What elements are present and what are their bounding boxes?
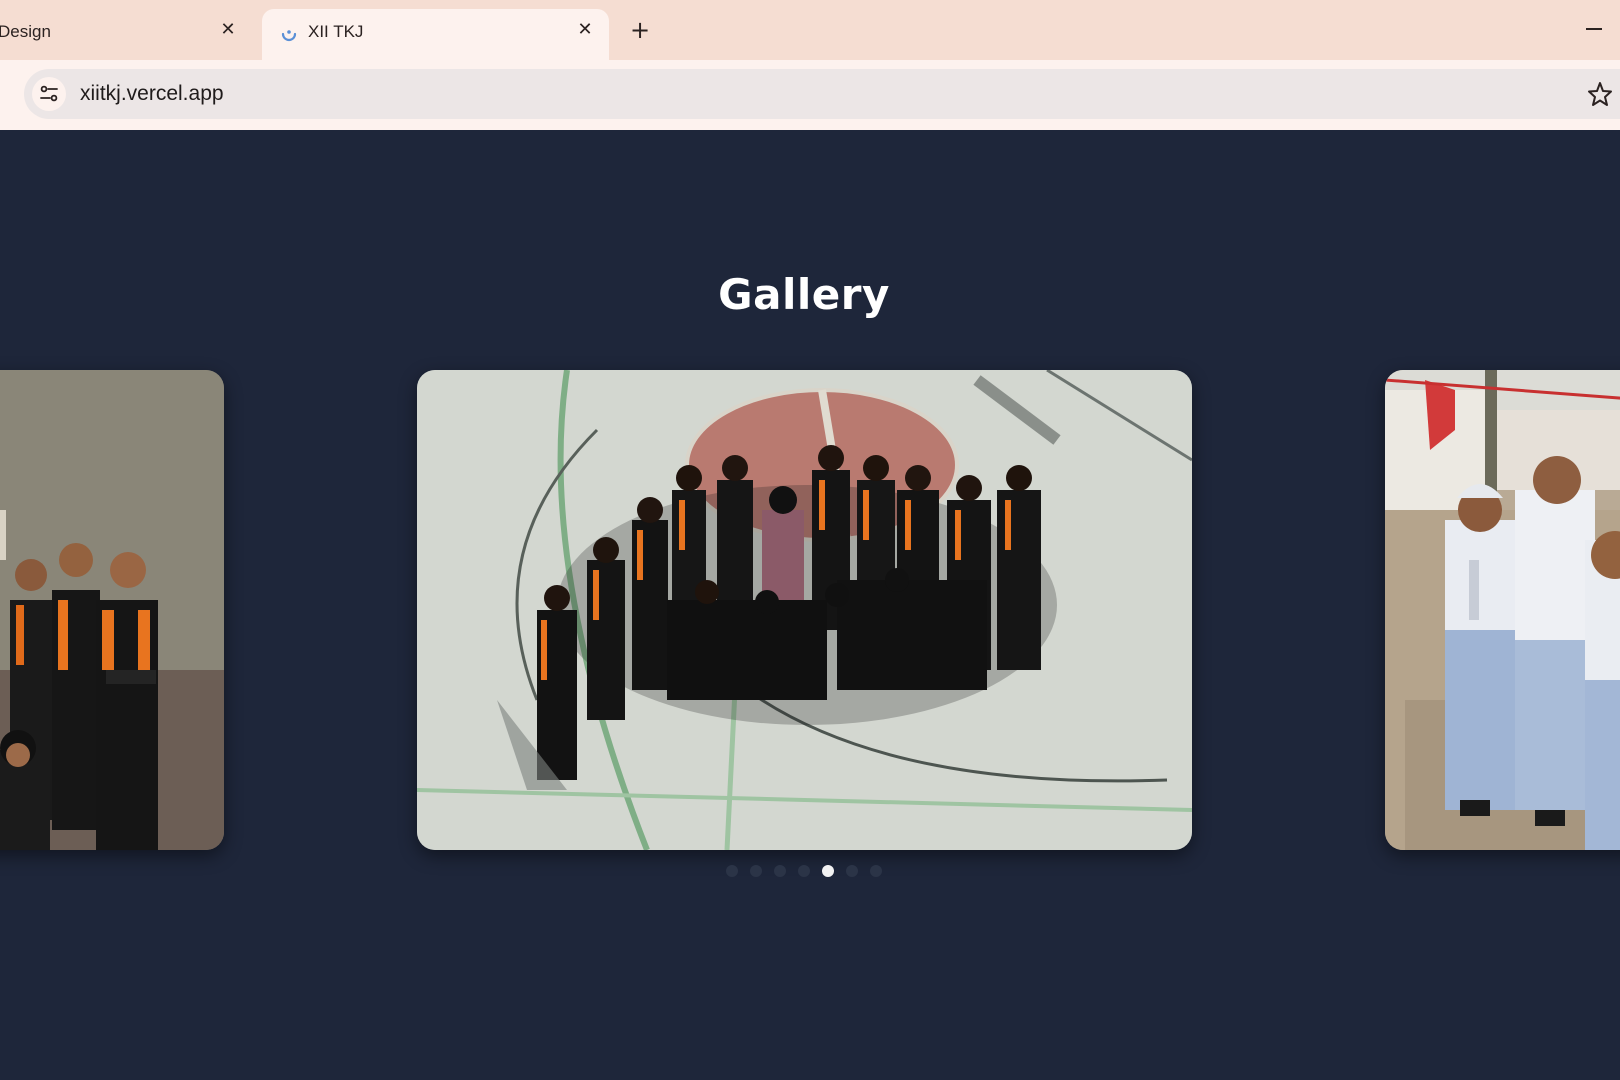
carousel-dot[interactable] <box>726 865 738 877</box>
close-icon[interactable]: ✕ <box>572 17 598 43</box>
carousel-pagination <box>0 865 1608 877</box>
site-info-icon[interactable] <box>32 77 66 111</box>
carousel-dot[interactable] <box>798 865 810 877</box>
carousel-dot[interactable] <box>774 865 786 877</box>
address-bar[interactable]: xiitkj.vercel.app <box>24 69 1620 119</box>
carousel-slide-previous[interactable] <box>0 370 224 850</box>
close-icon[interactable]: ✕ <box>215 17 241 43</box>
gallery-photo <box>0 370 224 850</box>
url-text: xiitkj.vercel.app <box>80 82 224 105</box>
favicon-icon <box>281 30 297 42</box>
carousel-dot[interactable] <box>870 865 882 877</box>
carousel-dot[interactable] <box>750 865 762 877</box>
browser-toolbar: xiitkj.vercel.app <box>0 60 1620 130</box>
tab-title: Design <box>0 22 51 41</box>
page-title: Gallery <box>718 270 890 319</box>
minimize-button[interactable] <box>1578 14 1608 44</box>
new-tab-button[interactable]: + <box>627 16 653 44</box>
gallery-photo <box>1385 370 1620 850</box>
carousel-dot[interactable] <box>846 865 858 877</box>
carousel-dot[interactable] <box>822 865 834 877</box>
page-content: Gallery <box>0 130 1620 1080</box>
gallery-photo <box>417 370 1192 850</box>
carousel-slide-next[interactable] <box>1385 370 1620 850</box>
tab-title: XII TKJ <box>308 22 364 41</box>
tab-design[interactable]: Design ✕ <box>0 9 250 60</box>
tab-xii-tkj[interactable]: XII TKJ ✕ <box>262 9 609 60</box>
browser-tabstrip: Design ✕ XII TKJ ✕ + <box>0 0 1620 60</box>
bookmark-star-icon[interactable] <box>1586 80 1614 108</box>
carousel-slide-current[interactable] <box>417 370 1192 850</box>
